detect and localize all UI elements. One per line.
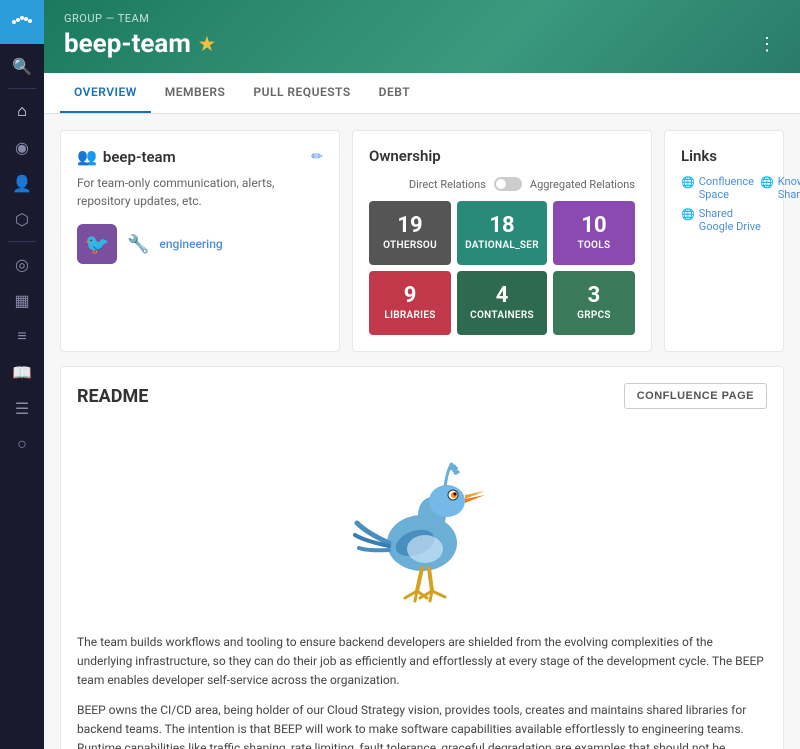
tile-number: 19 xyxy=(397,215,422,237)
home-icon[interactable]: ⌂ xyxy=(0,93,44,129)
tile-number: 18 xyxy=(489,215,514,237)
avatar: 🐦 xyxy=(77,224,117,264)
ownership-title: Ownership xyxy=(369,147,635,165)
people-icon: 👥 xyxy=(77,147,97,166)
link-knowledge[interactable]: 🌐 Knowledge Sharing xyxy=(760,175,800,207)
edit-icon[interactable]: ✏ xyxy=(311,149,323,165)
circle-icon[interactable]: ○ xyxy=(0,426,44,462)
tab-members[interactable]: Members xyxy=(151,73,240,113)
globe-icon-1: 🌐 xyxy=(681,176,695,189)
book-icon[interactable]: 📖 xyxy=(0,354,44,390)
team-members-row: 🐦 🔧 engineering xyxy=(77,224,323,264)
ownership-grid: 19 OTHERSOU 18 DATIONAL_SER 10 TOOLS 9 L… xyxy=(369,201,635,335)
link-shared-drive[interactable]: 🌐 Shared Google Drive xyxy=(681,207,767,233)
readme-title: README xyxy=(77,386,148,407)
tile-label: GRPCS xyxy=(577,310,611,321)
layers-icon[interactable]: ≡ xyxy=(0,318,44,354)
location-icon[interactable]: ◎ xyxy=(0,246,44,282)
links-title: Links xyxy=(681,147,767,165)
links-row: 🌐 Confluence Space 🌐 Knowledge Sharing xyxy=(681,175,767,207)
link-label-1: Confluence Space xyxy=(699,175,754,201)
tile-number: 10 xyxy=(581,215,606,237)
tile-libraries[interactable]: 9 LIBRARIES xyxy=(369,271,451,335)
main-content: GROUP — TEAM beep-team ★ ⋮ Overview Memb… xyxy=(44,0,800,749)
tile-label: CONTAINERS xyxy=(470,310,534,321)
engineering-link[interactable]: engineering xyxy=(159,237,222,251)
globe-icon-2: 🌐 xyxy=(760,176,774,189)
readme-card: README CONFLUENCE PAGE xyxy=(60,366,784,749)
ownership-card: Ownership Direct Relations Aggregated Re… xyxy=(352,130,652,352)
readme-paragraph-2: BEEP owns the CI/CD area, being holder o… xyxy=(77,701,767,749)
puzzle-icon[interactable]: ⬡ xyxy=(0,201,44,237)
toggle-switch[interactable] xyxy=(494,177,522,191)
tile-label: TOOLS xyxy=(578,240,611,251)
chart-icon[interactable]: ▦ xyxy=(0,282,44,318)
service-icon: 🔧 xyxy=(127,234,149,255)
links-card: Links 🌐 Confluence Space 🌐 Knowledge Sha… xyxy=(664,130,784,352)
tab-pull-requests[interactable]: Pull Requests xyxy=(239,73,364,113)
tile-number: 4 xyxy=(496,285,509,307)
divider xyxy=(8,88,36,89)
tile-othersou[interactable]: 19 OTHERSOU xyxy=(369,201,451,265)
tile-label: DATIONAL_SER xyxy=(465,240,539,251)
team-card-title: 👥 beep-team xyxy=(77,147,176,166)
title-text: beep-team xyxy=(64,29,191,59)
logo[interactable] xyxy=(0,0,44,44)
catalog-icon[interactable]: ◉ xyxy=(0,129,44,165)
link-label-2: Knowledge Sharing xyxy=(778,175,800,201)
tile-label: OTHERSOU xyxy=(383,240,437,251)
sidebar: 🔍 ⌂ ◉ 👤 ⬡ ◎ ▦ ≡ 📖 ☰ ○ xyxy=(0,0,44,749)
group-label: GROUP — TEAM xyxy=(64,12,780,25)
tab-debt[interactable]: Debt xyxy=(365,73,424,113)
roadrunner-image xyxy=(337,443,507,603)
nav-tabs: Overview Members Pull Requests Debt xyxy=(44,73,800,114)
team-card-header: 👥 beep-team ✏ xyxy=(77,147,323,166)
tile-number: 3 xyxy=(588,285,601,307)
team-name: beep-team xyxy=(103,148,176,166)
header-menu-button[interactable]: ⋮ xyxy=(754,30,780,59)
direct-label: Direct Relations xyxy=(409,178,486,191)
tile-grpcs[interactable]: 3 GRPCS xyxy=(553,271,635,335)
divider2 xyxy=(8,241,36,242)
header: GROUP — TEAM beep-team ★ ⋮ xyxy=(44,0,800,73)
relations-toggle: Direct Relations Aggregated Relations xyxy=(369,177,635,191)
link-label-3: Shared Google Drive xyxy=(699,207,767,233)
top-row: 👥 beep-team ✏ For team-only communicatio… xyxy=(60,130,784,352)
tile-dational-ser[interactable]: 18 DATIONAL_SER xyxy=(457,201,547,265)
tile-containers[interactable]: 4 CONTAINERS xyxy=(457,271,547,335)
aggregated-label: Aggregated Relations xyxy=(530,178,635,191)
readme-image-area xyxy=(77,423,767,633)
star-icon[interactable]: ★ xyxy=(199,34,215,55)
tab-overview[interactable]: Overview xyxy=(60,73,151,113)
link-confluence[interactable]: 🌐 Confluence Space xyxy=(681,175,754,207)
team-description: For team-only communication, alerts, rep… xyxy=(77,174,323,210)
list-icon[interactable]: ☰ xyxy=(0,390,44,426)
page-title: beep-team ★ xyxy=(64,29,215,59)
team-icon[interactable]: 👤 xyxy=(0,165,44,201)
team-card: 👥 beep-team ✏ For team-only communicatio… xyxy=(60,130,340,352)
readme-paragraph-1: The team builds workflows and tooling to… xyxy=(77,633,767,691)
tile-label: LIBRARIES xyxy=(384,310,435,321)
tile-tools[interactable]: 10 TOOLS xyxy=(553,201,635,265)
readme-header: README CONFLUENCE PAGE xyxy=(77,383,767,409)
search-icon[interactable]: 🔍 xyxy=(0,48,44,84)
globe-icon-3: 🌐 xyxy=(681,208,695,221)
header-title-row: beep-team ★ ⋮ xyxy=(64,29,780,59)
confluence-page-button[interactable]: CONFLUENCE PAGE xyxy=(624,383,767,409)
content-area: 👥 beep-team ✏ For team-only communicatio… xyxy=(44,114,800,749)
tile-number: 9 xyxy=(404,285,417,307)
